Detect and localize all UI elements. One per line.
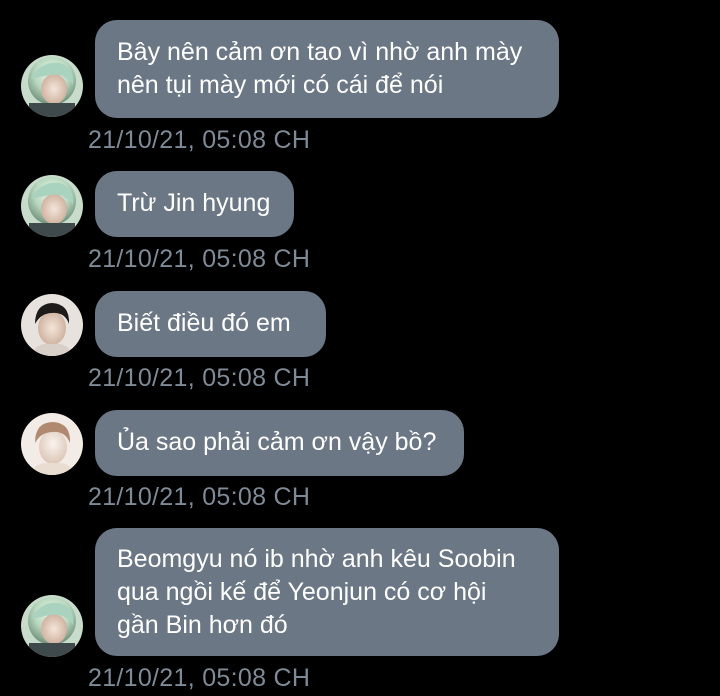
message-text: qua ngồi kế để Yeonjun có cơ hội [117, 578, 487, 606]
avatar-image [21, 413, 83, 475]
message-bubble[interactable]: Beomgyu nó ib nhờ anh kêu Soobin qua ngồ… [95, 528, 559, 656]
message-timestamp: 21/10/21, 05:08 CH [88, 364, 311, 392]
message-text: gần Bin hơn đó [117, 611, 288, 639]
message-timestamp: 21/10/21, 05:08 CH [88, 126, 311, 154]
message-bubble[interactable]: Biết điều đó em [95, 291, 326, 357]
avatar-light-hair[interactable] [21, 413, 83, 475]
message-text: Ủa sao phải cảm ơn vậy bồ? [117, 428, 437, 456]
message-bubble[interactable]: Bây nên cảm ơn tao vì nhờ anh mày nên tụ… [95, 20, 559, 118]
chat-thread: Bây nên cảm ơn tao vì nhờ anh mày nên tụ… [0, 0, 720, 696]
message-bubble[interactable]: Trừ Jin hyung [95, 171, 294, 237]
avatar-dark-hair[interactable] [21, 294, 83, 356]
avatar-mint-hair[interactable] [21, 175, 83, 237]
avatar-mint-hair[interactable] [21, 595, 83, 657]
message-timestamp: 21/10/21, 05:08 CH [88, 664, 311, 692]
avatar-image [21, 175, 83, 237]
message-timestamp: 21/10/21, 05:08 CH [88, 483, 311, 511]
message-bubble[interactable]: Ủa sao phải cảm ơn vậy bồ? [95, 410, 464, 476]
message-text: Trừ Jin hyung [117, 189, 271, 217]
avatar-image [21, 294, 83, 356]
message-text: Bây nên cảm ơn tao vì nhờ anh mày [117, 38, 523, 66]
message-text: nên tụi mày mới có cái để nói [117, 71, 444, 99]
avatar-image [21, 595, 83, 657]
avatar-mint-hair[interactable] [21, 55, 83, 117]
message-text: Biết điều đó em [117, 309, 291, 337]
avatar-image [21, 55, 83, 117]
message-text: Beomgyu nó ib nhờ anh kêu Soobin [117, 545, 516, 573]
message-timestamp: 21/10/21, 05:08 CH [88, 245, 311, 273]
